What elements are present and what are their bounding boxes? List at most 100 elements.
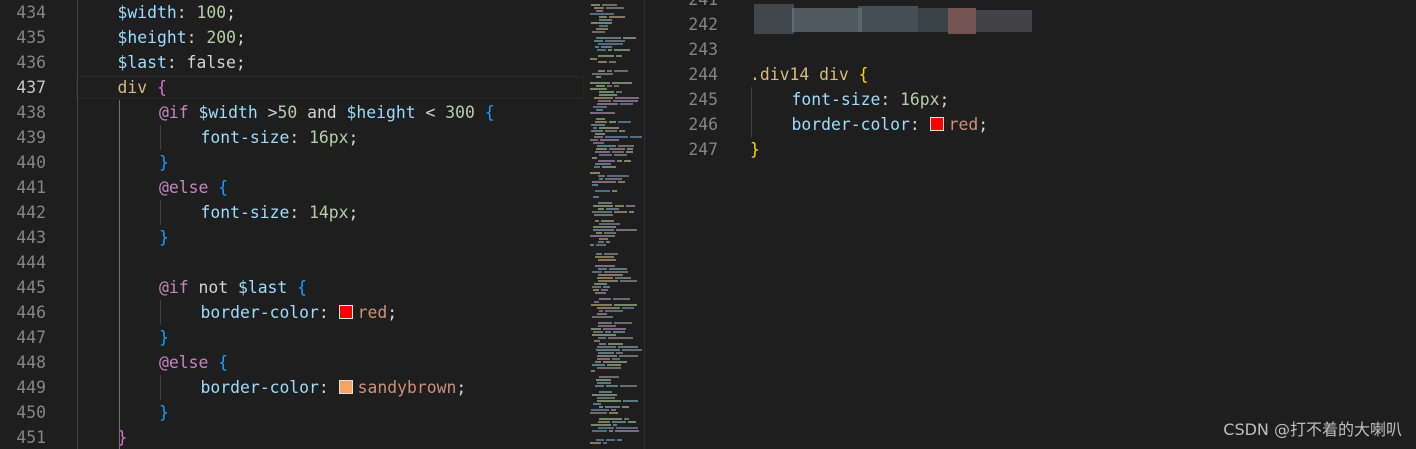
minimap-line: [606, 439, 615, 441]
code-line[interactable]: 441 @else {: [0, 175, 584, 200]
code-line[interactable]: 448 @else {: [0, 350, 584, 375]
minimap-line: [598, 241, 604, 243]
minimap-line: [609, 121, 616, 123]
code-line[interactable]: 439 font-size: 16px;: [0, 125, 584, 150]
minimap-line: [614, 70, 628, 72]
token: div: [117, 78, 148, 97]
token: 50: [277, 103, 298, 122]
minimap-line: [596, 349, 620, 351]
code-line[interactable]: 449 border-color: sandybrown;: [0, 375, 584, 400]
minimap-line: [595, 151, 610, 153]
line-number: 448: [16, 353, 46, 372]
code-line[interactable]: 243: [662, 37, 1416, 62]
color-swatch-icon[interactable]: [338, 305, 353, 319]
minimap-line: [603, 442, 607, 444]
minimap-line: [607, 364, 621, 366]
indent-guide: [160, 375, 161, 400]
minimap-line: [614, 85, 619, 87]
line-number: 438: [16, 103, 46, 122]
token: ;: [348, 203, 359, 222]
minimap-line: [598, 43, 623, 45]
minimap-line: [598, 427, 614, 429]
code-line[interactable]: 446 border-color: red;: [0, 300, 584, 325]
token: $height: [117, 28, 187, 47]
minimap-line: [594, 283, 607, 285]
indent-guide: [160, 125, 161, 150]
code-line[interactable]: 443}: [0, 225, 584, 250]
minimap-line: [593, 205, 613, 207]
token: sandybrown: [357, 378, 457, 397]
code-line[interactable]: 444: [0, 250, 584, 275]
minimap-line: [596, 37, 621, 39]
minimap-line: [615, 205, 624, 207]
minimap-line: [619, 130, 625, 132]
code-line[interactable]: 437 div {: [0, 75, 584, 100]
code-line[interactable]: 450}: [0, 400, 584, 425]
minimap-line: [606, 7, 624, 9]
token: {: [218, 353, 229, 372]
code-line[interactable]: 447}: [0, 325, 584, 350]
minimap-line: [624, 160, 631, 162]
code-line[interactable]: 245 font-size: 16px;: [662, 87, 1416, 112]
minimap-line: [592, 430, 607, 432]
minimap-line: [595, 265, 615, 267]
minimap-line: [594, 301, 599, 303]
token: ;: [226, 3, 236, 22]
minimap-line: [592, 181, 616, 183]
token: :: [186, 28, 207, 47]
minimap-line: [591, 124, 605, 126]
code-line[interactable]: 434 $width: 100;: [0, 0, 584, 25]
minimap-line: [598, 352, 614, 354]
minimap-line: [614, 49, 630, 51]
code-line[interactable]: 435 $height: 200;: [0, 25, 584, 50]
minimap-line: [604, 253, 618, 255]
minimap-line: [599, 16, 607, 18]
code-line[interactable]: 440}: [0, 150, 584, 175]
code-line[interactable]: 246 border-color: red;: [662, 112, 1416, 137]
minimap-line: [598, 70, 605, 72]
minimap-line: [591, 370, 595, 372]
code-line[interactable]: 442 font-size: 14px;: [0, 200, 584, 225]
minimap-line: [613, 331, 625, 333]
token: 300: [445, 103, 475, 122]
minimap-line: [599, 376, 619, 378]
minimap-line: [603, 286, 610, 288]
minimap-line: [597, 277, 613, 279]
line-code: }: [76, 400, 169, 425]
line-number: 444: [16, 253, 46, 272]
minimap-line: [595, 46, 599, 48]
minimap-line: [591, 130, 603, 132]
token: :: [880, 90, 901, 109]
code-line[interactable]: 445 @if not $last {: [0, 275, 584, 300]
token: $width: [198, 103, 258, 122]
minimap-line: [595, 292, 606, 294]
minimap-line: [612, 190, 617, 192]
color-swatch-icon[interactable]: [929, 117, 944, 131]
minimap[interactable]: [584, 0, 644, 449]
minimap-line: [607, 175, 629, 177]
token: <: [415, 103, 446, 122]
right-editor-pane[interactable]: 241242243244.div14 div {245font-size: 16…: [662, 0, 1416, 449]
code-line[interactable]: 438 @if $width >50 and $height < 300 {: [0, 100, 584, 125]
left-editor-pane[interactable]: 434 $width: 100; 435 $height: 200; 436 $last:…: [0, 0, 584, 449]
code-line[interactable]: 244 .div14 div {: [662, 62, 1416, 87]
minimap-line: [599, 310, 603, 312]
line-code: div {: [76, 75, 167, 100]
line-number: 450: [16, 403, 46, 422]
line-number: 440: [16, 153, 46, 172]
code-line[interactable]: 247}: [662, 137, 1416, 162]
line-code: @if not $last {: [76, 275, 307, 300]
minimap-line: [597, 346, 616, 348]
minimap-line: [596, 232, 602, 234]
line-number: 436: [16, 53, 46, 72]
minimap-line: [596, 439, 604, 441]
line-number: 451: [16, 428, 46, 447]
minimap-line: [598, 208, 604, 210]
code-line[interactable]: 436 $last: false;: [0, 50, 584, 75]
color-swatch-icon[interactable]: [338, 380, 353, 394]
minimap-line: [596, 10, 603, 12]
minimap-line: [616, 91, 622, 93]
code-line[interactable]: 451}: [0, 425, 584, 449]
indent-guide: [118, 100, 120, 449]
